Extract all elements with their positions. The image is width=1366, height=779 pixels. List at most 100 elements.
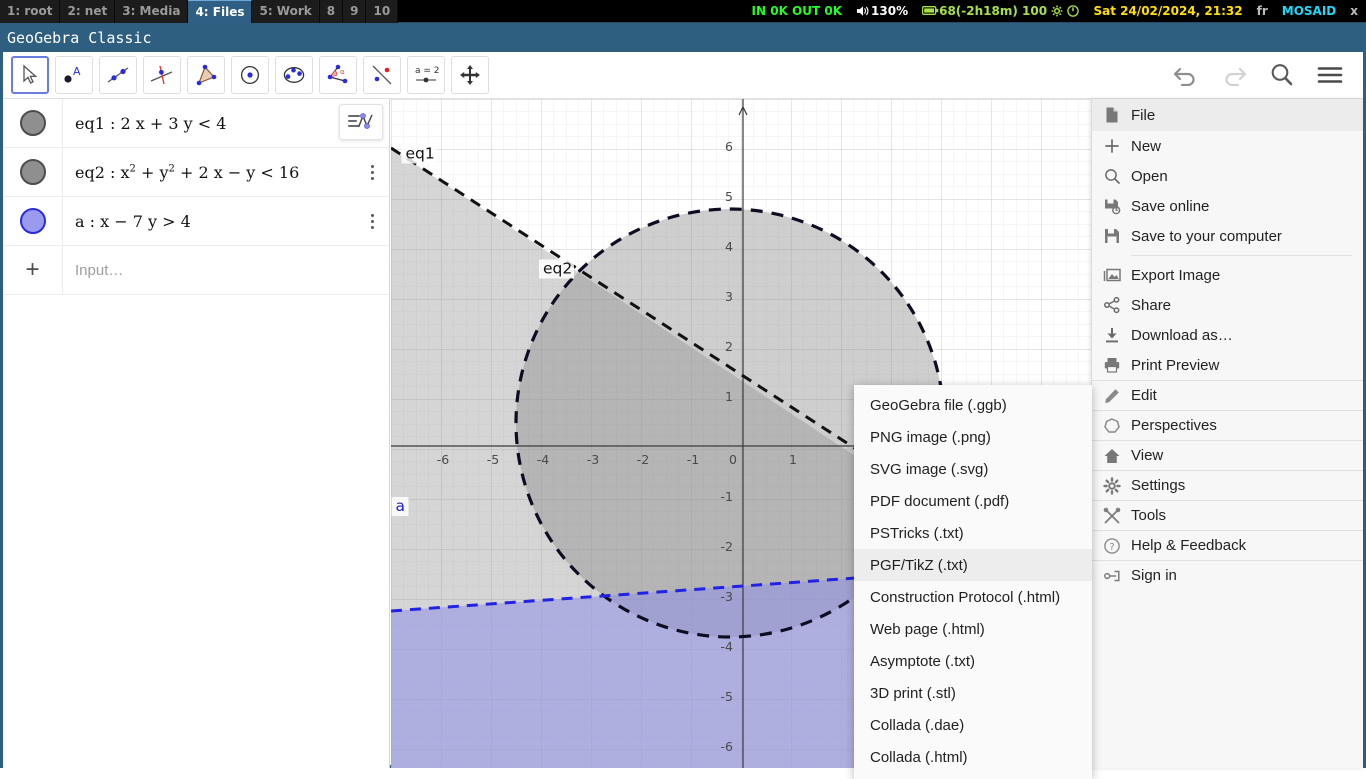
export-option-construction-protocol-html[interactable]: Construction Protocol (.html)	[854, 581, 1092, 613]
y-tick-2: 4	[725, 239, 733, 254]
menu-item-export-image[interactable]: Export Image	[1092, 260, 1363, 290]
menu-item-new[interactable]: New	[1092, 131, 1363, 161]
marble-eq2[interactable]	[19, 159, 46, 185]
y-tick-5: 1	[725, 389, 733, 404]
speaker-icon	[856, 6, 869, 16]
workspace-3-media[interactable]: 3: Media	[115, 0, 189, 23]
point-icon: A	[64, 65, 81, 83]
menu-item-download-as[interactable]: Download as…	[1092, 320, 1363, 350]
menu-item-perspectives[interactable]: Perspectives	[1092, 410, 1363, 440]
main-menu-button[interactable]	[1313, 58, 1347, 92]
export-option-web-page-html[interactable]: Web page (.html)	[854, 613, 1092, 645]
tool-reflect[interactable]	[363, 56, 401, 94]
tool-perpendicular-line[interactable]	[143, 56, 181, 94]
menu-item-save-to-your-computer[interactable]: Save to your computer	[1092, 221, 1363, 251]
menu-item-help-feedback[interactable]: ? Help & Feedback	[1092, 530, 1363, 560]
menu-item-tools[interactable]: Tools	[1092, 500, 1363, 530]
visibility-toggle-eq1[interactable]	[3, 99, 63, 147]
export-option-collada-dae[interactable]: Collada (.dae)	[854, 709, 1092, 741]
geogebra-toolbar: A α a = 2	[3, 52, 1363, 99]
workspace-8[interactable]: 8	[319, 0, 344, 23]
tool-slider[interactable]: a = 2	[407, 56, 445, 94]
toolbar-right-actions	[1169, 58, 1355, 92]
menu-item-label: Download as…	[1131, 326, 1233, 344]
object-label-a[interactable]: a	[396, 497, 406, 515]
search-button[interactable]	[1265, 58, 1299, 92]
y-tick-0: 6	[725, 139, 733, 154]
gear-icon	[1103, 476, 1131, 495]
row-menu-icon-eq2[interactable]	[355, 164, 389, 180]
tool-point[interactable]: A	[55, 56, 93, 94]
workspace-9[interactable]: 9	[343, 0, 367, 23]
redo-button[interactable]	[1217, 58, 1251, 92]
marble-eq1[interactable]	[19, 110, 46, 136]
close-icon[interactable]: x	[1350, 4, 1358, 18]
image-icon	[1103, 266, 1131, 284]
menu-item-file[interactable]: File	[1092, 99, 1363, 131]
export-option-geogebra-file-ggb[interactable]: GeoGebra file (.ggb)	[854, 389, 1092, 421]
object-label-eq2[interactable]: eq2	[543, 260, 572, 278]
export-option-collada-html[interactable]: Collada (.html)	[854, 741, 1092, 773]
tool-polygon[interactable]	[187, 56, 225, 94]
svg-text:A: A	[73, 65, 81, 78]
y-tick-7: -2	[721, 539, 733, 554]
export-option-png-image-png[interactable]: PNG image (.png)	[854, 421, 1092, 453]
menu-item-open[interactable]: Open	[1092, 161, 1363, 191]
download-as-submenu: GeoGebra file (.ggb) PNG image (.png) SVG …	[854, 385, 1092, 779]
x-tick-5: -1	[687, 452, 699, 467]
algebra-row-eq1[interactable]: eq1 : 2 x + 3 y < 4	[3, 99, 389, 148]
algebra-input-row[interactable]: + Input…	[3, 246, 389, 295]
tool-line[interactable]	[99, 56, 137, 94]
tool-ellipse[interactable]	[275, 56, 313, 94]
export-option-3d-print-stl[interactable]: 3D print (.stl)	[854, 677, 1092, 709]
row-menu-icon-a[interactable]	[355, 213, 389, 229]
tool-move[interactable]	[11, 56, 49, 94]
export-option-pstricks-txt[interactable]: PSTricks (.txt)	[854, 517, 1092, 549]
algebra-expression-eq1[interactable]: eq1 : 2 x + 3 y < 4	[63, 114, 337, 133]
tool-circle[interactable]	[231, 56, 269, 94]
algebra-stylebar-button[interactable]	[339, 104, 383, 140]
visibility-toggle-a[interactable]	[3, 197, 63, 245]
add-row-cell[interactable]: +	[3, 246, 63, 294]
algebra-input[interactable]: Input…	[63, 262, 389, 279]
export-option-asymptote-txt[interactable]: Asymptote (.txt)	[854, 645, 1092, 677]
workspace-5-work[interactable]: 5: Work	[252, 0, 320, 23]
search-icon	[1271, 64, 1293, 86]
ellipse-icon	[283, 67, 305, 83]
menu-item-print-preview[interactable]: Print Preview	[1092, 350, 1363, 380]
menu-item-label: Settings	[1131, 477, 1186, 494]
menu-item-label: New	[1131, 137, 1162, 155]
menu-item-edit[interactable]: Edit	[1092, 380, 1363, 410]
algebra-row-a[interactable]: a : x − 7 y > 4	[3, 197, 389, 246]
export-option-pgf-tikz-txt[interactable]: PGF/TikZ (.txt)	[854, 549, 1092, 581]
workspace-4-files[interactable]: 4: Files	[188, 0, 253, 23]
algebra-expression-eq2[interactable]: eq2 : x2 + y2 + 2 x − y < 16	[63, 163, 355, 182]
visibility-toggle-eq2[interactable]	[3, 148, 63, 196]
menu-item-share[interactable]: Share	[1092, 290, 1363, 320]
tool-angle[interactable]: α	[319, 56, 357, 94]
y-tick-1: 5	[725, 189, 733, 204]
battery-icon	[921, 6, 939, 15]
export-option-pdf-document-pdf[interactable]: PDF document (.pdf)	[854, 485, 1092, 517]
undo-button[interactable]	[1169, 58, 1203, 92]
workspace-2-net[interactable]: 2: net	[60, 0, 116, 23]
export-option-svg-image-svg[interactable]: SVG image (.svg)	[854, 453, 1092, 485]
algebra-expression-a[interactable]: a : x − 7 y > 4	[63, 212, 355, 231]
workspace-1-root[interactable]: 1: root	[0, 0, 61, 23]
svg-text:α: α	[340, 68, 345, 76]
menu-item-sign-in[interactable]: Sign in	[1092, 560, 1363, 590]
menu-item-label: Perspectives	[1131, 417, 1217, 434]
tool-move-graphics[interactable]	[451, 56, 489, 94]
y-tick-9: -4	[721, 639, 734, 654]
redo-icon	[1225, 67, 1247, 86]
object-label-eq1[interactable]: eq1	[406, 145, 435, 163]
workspace-10[interactable]: 10	[366, 0, 399, 23]
menu-item-save-online[interactable]: Save online	[1092, 191, 1363, 221]
algebra-rows: eq1 : 2 x + 3 y < 4 eq2 : x2 + y2 + 2 x −…	[3, 99, 389, 246]
volume-status: 130%	[856, 4, 908, 18]
menu-item-settings[interactable]: Settings	[1092, 470, 1363, 500]
marble-a[interactable]	[19, 208, 46, 234]
algebra-row-eq2[interactable]: eq2 : x2 + y2 + 2 x − y < 16	[3, 148, 389, 197]
menu-item-view[interactable]: View	[1092, 440, 1363, 470]
menu-item-label: View	[1131, 447, 1164, 464]
